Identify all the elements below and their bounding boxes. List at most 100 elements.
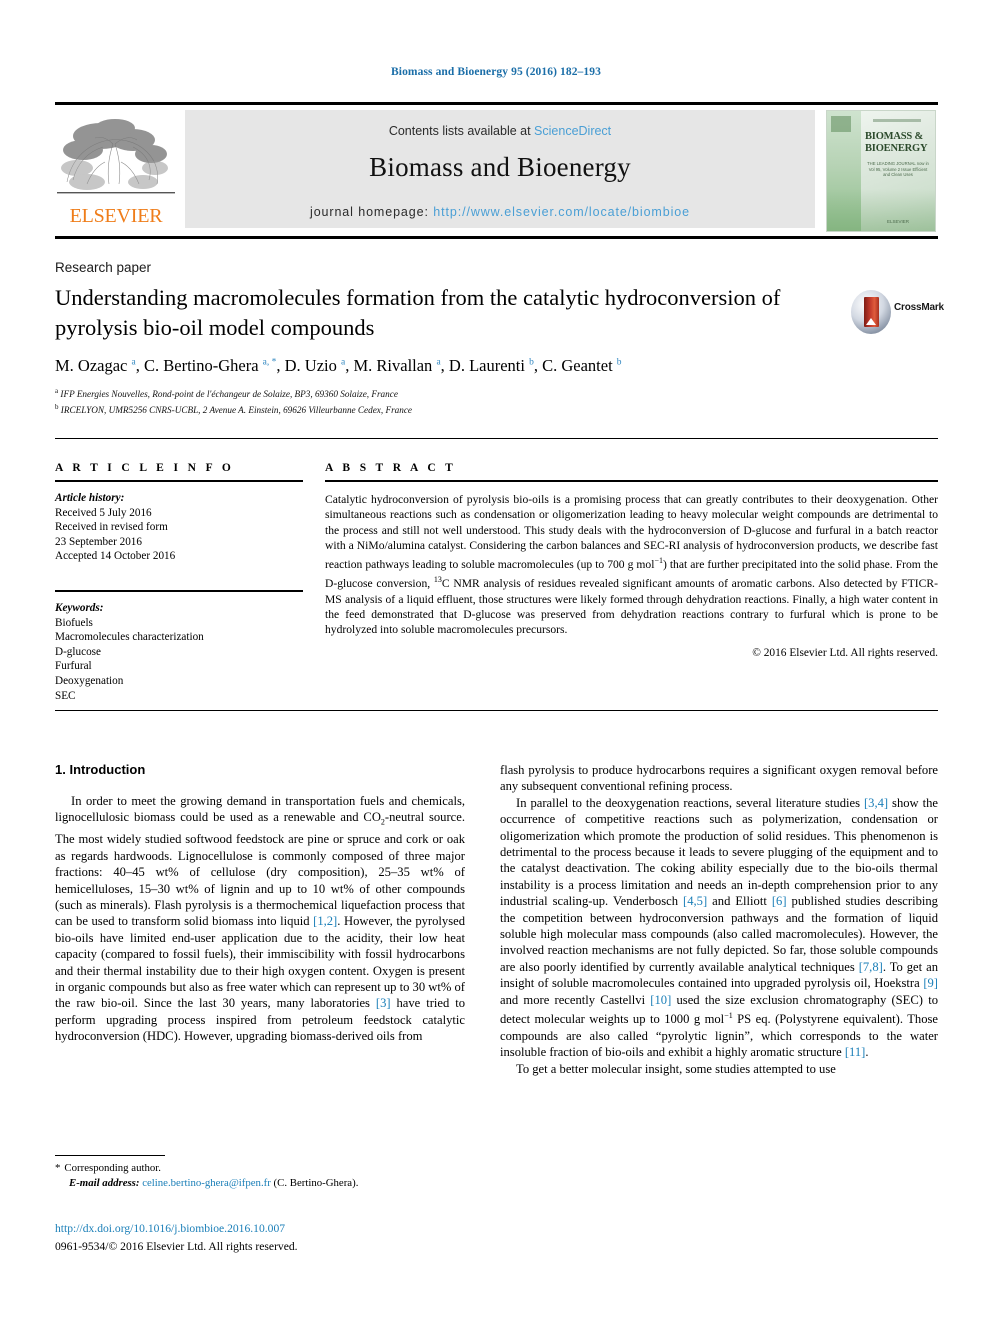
intro-paragraph-left: In order to meet the growing demand in t… <box>55 793 465 1045</box>
keyword-item: D-glucose <box>55 645 101 658</box>
keywords-group: Keywords: Biofuels Macromolecules charac… <box>55 601 303 703</box>
citation-ref[interactable]: [6] <box>772 894 787 908</box>
running-head: Biomass and Bioenergy 95 (2016) 182–193 <box>391 66 601 78</box>
article-history-group: Article history: Received 5 July 2016 Re… <box>55 491 303 564</box>
history-line: 23 September 2016 <box>55 535 142 548</box>
body-left-column: 1. Introduction In order to meet the gro… <box>55 762 465 1045</box>
info-block-bottom-rule <box>55 710 938 711</box>
affil-marker: a <box>436 357 441 368</box>
affiliation-list: a IFP Energies Nouvelles, Rond-point de … <box>55 385 855 417</box>
right-p2-i: . <box>865 1045 869 1060</box>
affil-marker: a <box>341 357 346 368</box>
intro-paragraph-right-3: To get a better molecular insight, some … <box>516 1061 836 1076</box>
email-link[interactable]: celine.bertino-ghera@ifpen.fr <box>142 1177 271 1189</box>
citation-ref[interactable]: [4,5] <box>683 894 707 908</box>
article-type-label: Research paper <box>55 260 152 275</box>
keyword-item: Deoxygenation <box>55 674 124 687</box>
citation-ref[interactable]: [3] <box>376 996 391 1010</box>
citation-ref[interactable]: [9] <box>923 976 938 990</box>
info-block-top-rule <box>55 438 938 439</box>
page-title: Understanding macromolecules formation f… <box>55 285 781 340</box>
keywords-rule <box>55 589 303 592</box>
article-info-heading: A R T I C L E I N F O <box>55 462 235 474</box>
abstract-heading: A B S T R A C T <box>325 462 457 474</box>
history-line: Received in revised form <box>55 521 168 534</box>
affil-marker: a, * <box>262 357 277 368</box>
cover-footer: ELSEVIER <box>886 219 909 224</box>
footnote-rule <box>55 1155 165 1156</box>
journal-homepage-line: journal homepage: http://www.elsevier.co… <box>185 205 815 219</box>
cover-top-rule <box>873 119 921 122</box>
cover-title: BIOMASS & BIOENERGY <box>865 131 933 155</box>
right-p2-b: show the occurrence of competitive react… <box>500 795 938 909</box>
elsevier-logo: ELSEVIER <box>57 110 175 228</box>
journal-cover-thumbnail: BIOMASS & BIOENERGY THE LEADING JOURNAL … <box>826 110 936 232</box>
journal-title: Biomass and Bioenergy <box>369 152 631 182</box>
affiliation-b-text: IRCELYON, UMR5256 CNRS-UCBL, 2 Avenue A.… <box>60 405 412 416</box>
right-p2-f: and more recently Castellvi <box>500 992 651 1007</box>
paper-page: Biomass and Bioenergy 95 (2016) 182–193 … <box>0 0 992 1323</box>
cover-elsevier-mark <box>831 116 851 132</box>
intro-paragraph-right-2: In parallel to the deoxygenation reactio… <box>500 795 938 1061</box>
citation-ref[interactable]: [3,4] <box>864 796 888 810</box>
intro-paragraph-right-1: flash pyrolysis to produce hydrocarbons … <box>500 763 938 794</box>
email-line: E-mail address: celine.bertino-ghera@ifp… <box>55 1176 465 1191</box>
left-p1-b: -neutral source. The most widely studied… <box>55 810 465 929</box>
corresponding-star: * <box>55 1162 61 1174</box>
journal-homepage-link[interactable]: http://www.elsevier.com/locate/biombioe <box>433 205 690 219</box>
abstract-text: Catalytic hydroconversion of pyrolysis b… <box>325 492 938 637</box>
right-p2-c: and Elliott <box>707 894 772 909</box>
email-label: E-mail address: <box>69 1177 140 1189</box>
doi-link[interactable]: http://dx.doi.org/10.1016/j.biombioe.201… <box>55 1222 285 1235</box>
body-right-column: flash pyrolysis to produce hydrocarbons … <box>500 762 938 1077</box>
right-p2-a: In parallel to the deoxygenation reactio… <box>516 795 864 810</box>
email-owner: (C. Bertino-Ghera). <box>273 1177 359 1189</box>
affil-marker: a <box>131 357 136 368</box>
elsevier-wordmark: ELSEVIER <box>69 205 163 227</box>
citation-ref[interactable]: [10] <box>650 993 671 1007</box>
abstract-copyright: © 2016 Elsevier Ltd. All rights reserved… <box>752 647 938 660</box>
affiliation-b: b IRCELYON, UMR5256 CNRS-UCBL, 2 Avenue … <box>55 401 855 417</box>
section-heading-introduction: 1. Introduction <box>55 762 146 777</box>
abstract-rule <box>325 480 938 482</box>
keyword-item: Macromolecules characterization <box>55 631 204 644</box>
article-info-rule <box>55 480 303 482</box>
affiliation-a-text: IFP Energies Nouvelles, Rond-point de l'… <box>60 389 398 400</box>
elsevier-tree-icon <box>57 119 175 194</box>
affil-marker: b <box>529 357 534 368</box>
homepage-prefix: journal homepage: <box>310 205 434 219</box>
history-line: Received 5 July 2016 <box>55 506 152 519</box>
crossmark-badge[interactable]: CrossMark <box>851 288 944 336</box>
corresponding-author-line: * Corresponding author. <box>55 1161 465 1176</box>
corresponding-label: Corresponding author. <box>64 1162 161 1174</box>
affil-marker-b: b <box>55 403 59 412</box>
header-top-rule <box>55 102 938 105</box>
cover-subtitle: THE LEADING JOURNAL now in Vol 95, Volum… <box>867 161 929 177</box>
cover-title-line1: BIOMASS & <box>865 131 924 142</box>
affil-marker: b <box>616 357 622 368</box>
abstract-sup-c13: 13 <box>433 575 442 585</box>
crossmark-arrow-icon <box>866 318 876 325</box>
corresponding-author-note: * Corresponding author. E-mail address: c… <box>55 1161 465 1191</box>
citation-ref[interactable]: [11] <box>845 1045 866 1059</box>
contents-prefix: Contents lists available at <box>388 124 535 138</box>
affiliation-a: a IFP Energies Nouvelles, Rond-point de … <box>55 385 855 401</box>
article-info-column: A R T I C L E I N F O Article history: R… <box>55 462 303 703</box>
keywords-label: Keywords: <box>55 601 104 614</box>
citation-ref[interactable]: [1,2] <box>313 914 337 928</box>
crossmark-label: CrossMark <box>894 302 944 313</box>
keyword-item: Biofuels <box>55 616 93 629</box>
abstract-column: A B S T R A C T Catalytic hydroconversio… <box>325 462 938 659</box>
history-line: Accepted 14 October 2016 <box>55 550 176 563</box>
keyword-item: SEC <box>55 689 76 702</box>
abstract-sup-molinv: −1 <box>654 556 663 566</box>
affil-marker-a: a <box>55 387 59 395</box>
molinv-superscript: −1 <box>724 1011 733 1021</box>
keyword-item: Furfural <box>55 660 92 673</box>
sciencedirect-link[interactable]: ScienceDirect <box>534 124 611 138</box>
author-list: M. Ozagac a, C. Bertino-Ghera a, *, D. U… <box>55 356 622 375</box>
article-history-label: Article history: <box>55 492 125 504</box>
citation-ref[interactable]: [7,8] <box>859 960 883 974</box>
header-bottom-rule <box>55 236 938 239</box>
cover-title-line2: BIOENERGY <box>865 143 928 154</box>
